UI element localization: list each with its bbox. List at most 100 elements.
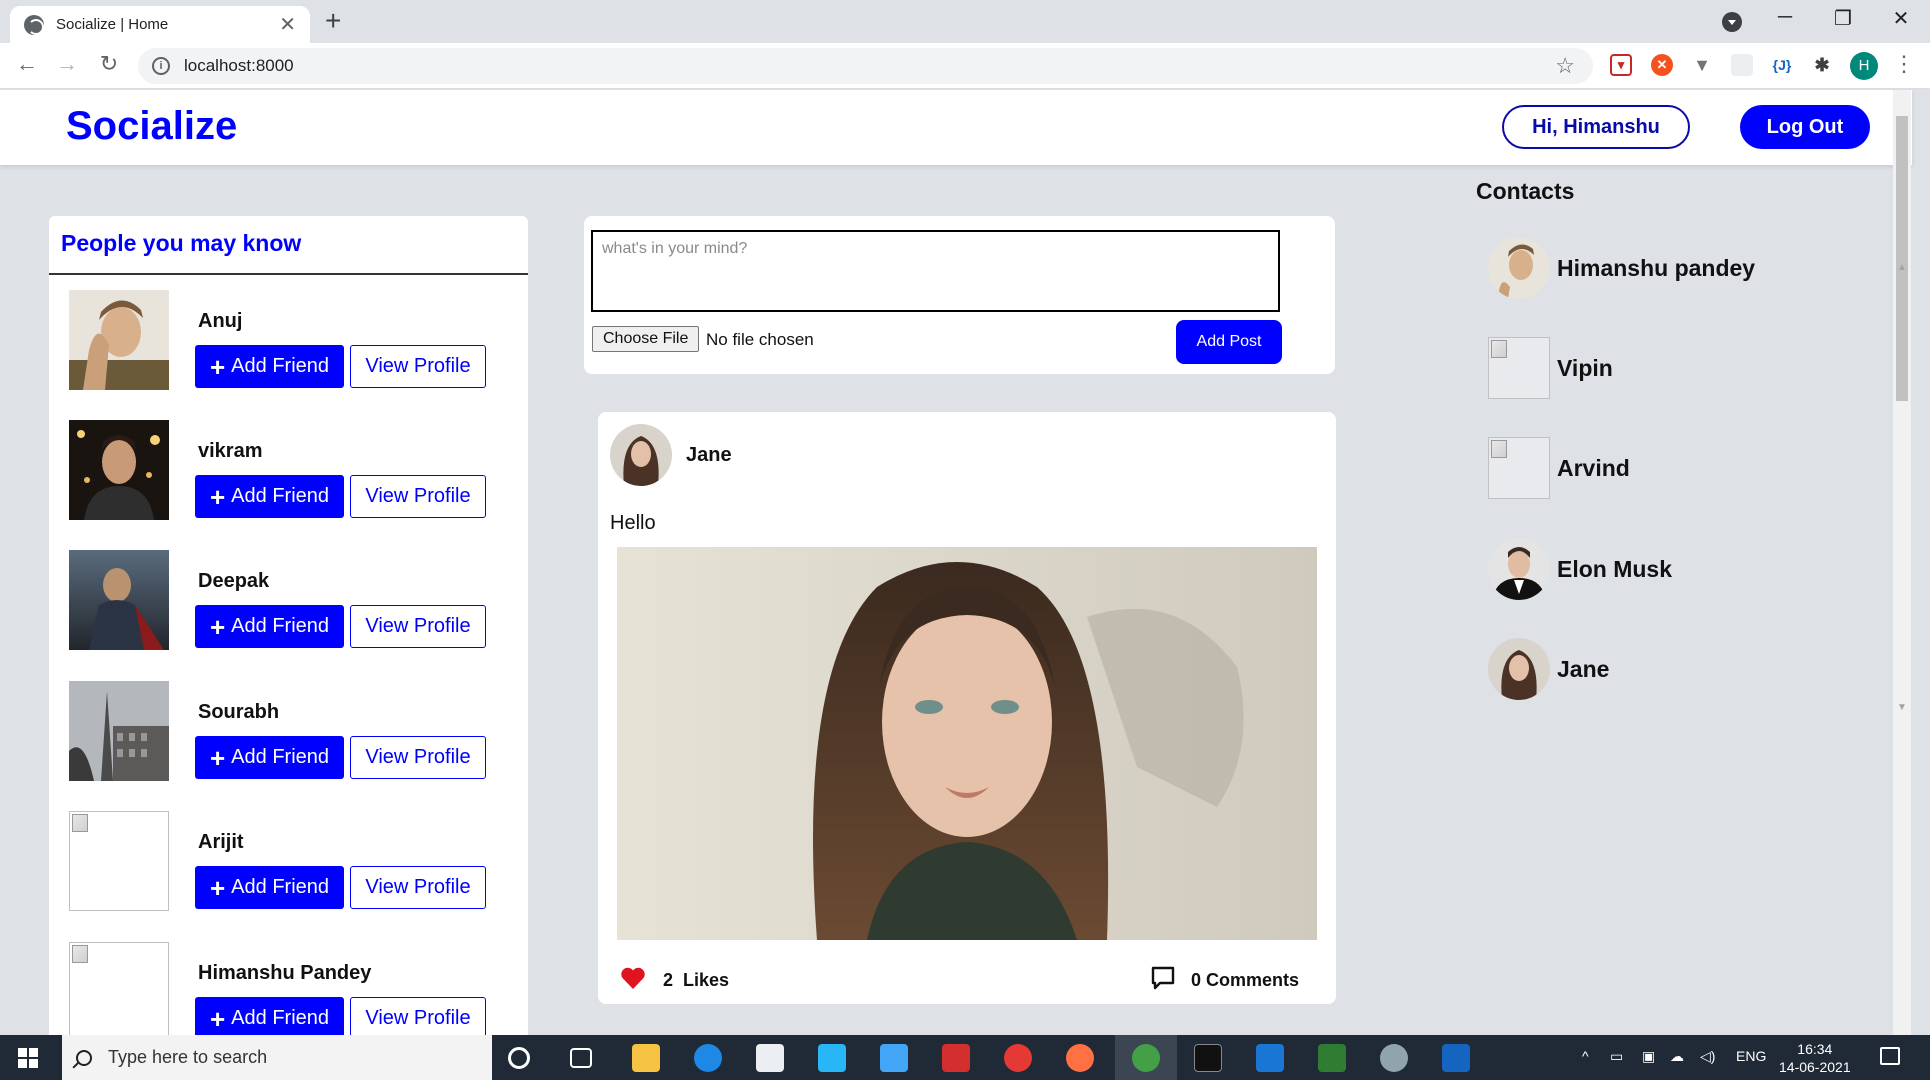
scroll-thumb[interactable] bbox=[1896, 116, 1908, 401]
view-profile-button[interactable]: View Profile bbox=[350, 475, 486, 518]
android-studio-icon[interactable] bbox=[1318, 1044, 1346, 1072]
mcafee-icon[interactable] bbox=[942, 1044, 970, 1072]
new-tab-button[interactable]: + bbox=[325, 6, 341, 36]
vscode-icon[interactable] bbox=[1256, 1044, 1284, 1072]
minimize-button[interactable]: ─ bbox=[1770, 6, 1800, 29]
contact-name: Himanshu pandey bbox=[1557, 255, 1756, 281]
scroll-mid-up-icon[interactable]: ▲ bbox=[1897, 262, 1907, 273]
windows-start-icon[interactable] bbox=[18, 1048, 38, 1068]
browser-tab[interactable]: Socialize | Home ✕ bbox=[10, 6, 310, 43]
profile-avatar[interactable]: H bbox=[1850, 52, 1878, 80]
close-window-button[interactable]: ✕ bbox=[1886, 6, 1916, 31]
maximize-button[interactable]: ❐ bbox=[1828, 6, 1858, 31]
plus-icon: + bbox=[209, 872, 226, 903]
contact-vipin[interactable]: Vipin bbox=[1488, 337, 1788, 399]
file-explorer-icon[interactable] bbox=[632, 1044, 660, 1072]
mail-icon[interactable] bbox=[880, 1044, 908, 1072]
contact-himanshu-pandey[interactable]: Himanshu pandey bbox=[1488, 237, 1788, 299]
broken-image-icon[interactable] bbox=[69, 942, 169, 1036]
l-app-icon[interactable] bbox=[818, 1044, 846, 1072]
browser-menu-icon[interactable]: ⋮ bbox=[1893, 51, 1915, 77]
comments-count[interactable]: 0 Comments bbox=[1191, 970, 1299, 991]
view-profile-button[interactable]: View Profile bbox=[350, 605, 486, 648]
opera-icon[interactable] bbox=[1004, 1044, 1032, 1072]
post-image[interactable] bbox=[617, 547, 1317, 940]
tab-close-icon[interactable]: ✕ bbox=[279, 12, 296, 37]
post-text-input[interactable]: what's in your mind? bbox=[591, 230, 1280, 312]
post-author[interactable]: Jane bbox=[686, 444, 732, 467]
extension-json-icon[interactable]: {J} bbox=[1771, 54, 1793, 76]
extensions-puzzle-icon[interactable]: ✱ bbox=[1811, 54, 1833, 76]
view-profile-button[interactable]: View Profile bbox=[350, 997, 486, 1036]
contact-arvind[interactable]: Arvind bbox=[1488, 437, 1788, 499]
device-icon[interactable]: ▣ bbox=[1642, 1048, 1655, 1065]
cortana-icon[interactable] bbox=[508, 1047, 530, 1069]
heart-icon[interactable] bbox=[620, 966, 646, 990]
photos-icon[interactable] bbox=[1442, 1044, 1470, 1072]
view-profile-button[interactable]: View Profile bbox=[350, 345, 486, 388]
taskbar-search-box[interactable]: Type here to search bbox=[62, 1035, 492, 1080]
tray-chevron-icon[interactable]: ^ bbox=[1582, 1048, 1589, 1064]
page-scrollbar[interactable]: ▲ ▲ ▼ bbox=[1893, 90, 1911, 1035]
contact-jane[interactable]: Jane bbox=[1488, 638, 1788, 700]
store-icon[interactable] bbox=[756, 1044, 784, 1072]
comments-number: 0 bbox=[1191, 970, 1202, 990]
info-icon[interactable]: i bbox=[152, 57, 170, 75]
contact-avatar bbox=[1488, 538, 1550, 600]
extension-shield-icon[interactable]: ▾ bbox=[1610, 54, 1632, 76]
person-name: vikram bbox=[198, 440, 263, 462]
likes-count: 2 Likes bbox=[663, 970, 729, 991]
contact-elon-musk[interactable]: Elon Musk bbox=[1488, 538, 1788, 600]
logout-button[interactable]: Log Out bbox=[1740, 105, 1870, 149]
clock-time: 16:34 bbox=[1797, 1041, 1833, 1057]
broken-image-icon[interactable] bbox=[69, 811, 169, 911]
add-friend-button[interactable]: + Add Friend bbox=[195, 475, 344, 518]
notification-icon[interactable] bbox=[1880, 1047, 1900, 1065]
greeting-button[interactable]: Hi, Himanshu bbox=[1502, 105, 1690, 149]
pymk-title: People you may know bbox=[61, 230, 302, 256]
site-brand[interactable]: Socialize bbox=[66, 104, 237, 149]
address-bar[interactable]: i localhost:8000 ☆ bbox=[138, 48, 1593, 84]
add-friend-button[interactable]: + Add Friend bbox=[195, 736, 344, 779]
back-icon[interactable]: ← bbox=[12, 51, 42, 77]
add-friend-button[interactable]: + Add Friend bbox=[195, 605, 344, 648]
chrome-icon[interactable] bbox=[1132, 1044, 1160, 1072]
extension-v-icon[interactable]: ▼ bbox=[1691, 54, 1713, 76]
add-post-button[interactable]: Add Post bbox=[1176, 320, 1282, 364]
author-avatar[interactable] bbox=[610, 424, 672, 486]
firefox-icon[interactable] bbox=[1066, 1044, 1094, 1072]
bookmark-star-icon[interactable]: ☆ bbox=[1555, 53, 1575, 79]
choose-file-button[interactable]: Choose File bbox=[592, 326, 700, 352]
comment-icon[interactable] bbox=[1150, 965, 1176, 991]
person-photo[interactable] bbox=[69, 550, 169, 650]
person-photo[interactable] bbox=[69, 420, 169, 520]
person-photo[interactable] bbox=[69, 681, 169, 781]
edge-icon[interactable] bbox=[694, 1044, 722, 1072]
volume-icon[interactable]: ◁) bbox=[1700, 1048, 1715, 1065]
add-friend-button[interactable]: + Add Friend bbox=[195, 866, 344, 909]
add-friend-button[interactable]: + Add Friend bbox=[195, 345, 344, 388]
person-name: Sourabh bbox=[198, 701, 280, 723]
tab-title: Socialize | Home bbox=[56, 16, 169, 33]
add-friend-button[interactable]: + Add Friend bbox=[195, 997, 344, 1036]
task-view-icon[interactable] bbox=[570, 1048, 592, 1068]
extension-x-icon[interactable]: ✕ bbox=[1651, 54, 1673, 76]
reload-icon[interactable]: ↻ bbox=[94, 51, 124, 77]
language-indicator[interactable]: ENG bbox=[1736, 1048, 1766, 1064]
contact-avatar bbox=[1488, 237, 1550, 299]
file-status-text: No file chosen bbox=[706, 330, 814, 349]
battery-icon[interactable]: ▭ bbox=[1610, 1048, 1623, 1065]
plus-icon: + bbox=[209, 611, 226, 642]
view-profile-button[interactable]: View Profile bbox=[350, 736, 486, 779]
terminal-icon[interactable] bbox=[1194, 1044, 1222, 1072]
system-clock[interactable]: 16:34 14-06-2021 bbox=[1779, 1040, 1851, 1076]
forward-icon[interactable]: → bbox=[52, 51, 82, 77]
extension-blank-icon[interactable] bbox=[1731, 54, 1753, 76]
paint-icon[interactable] bbox=[1380, 1044, 1408, 1072]
onedrive-icon[interactable]: ☁ bbox=[1670, 1048, 1684, 1065]
person-card-vikram: vikram + Add Friend View Profile bbox=[69, 420, 509, 520]
view-profile-button[interactable]: View Profile bbox=[350, 866, 486, 909]
person-photo[interactable] bbox=[69, 290, 169, 390]
scroll-down-icon[interactable]: ▼ bbox=[1897, 702, 1907, 713]
tab-search-icon[interactable] bbox=[1722, 12, 1742, 32]
